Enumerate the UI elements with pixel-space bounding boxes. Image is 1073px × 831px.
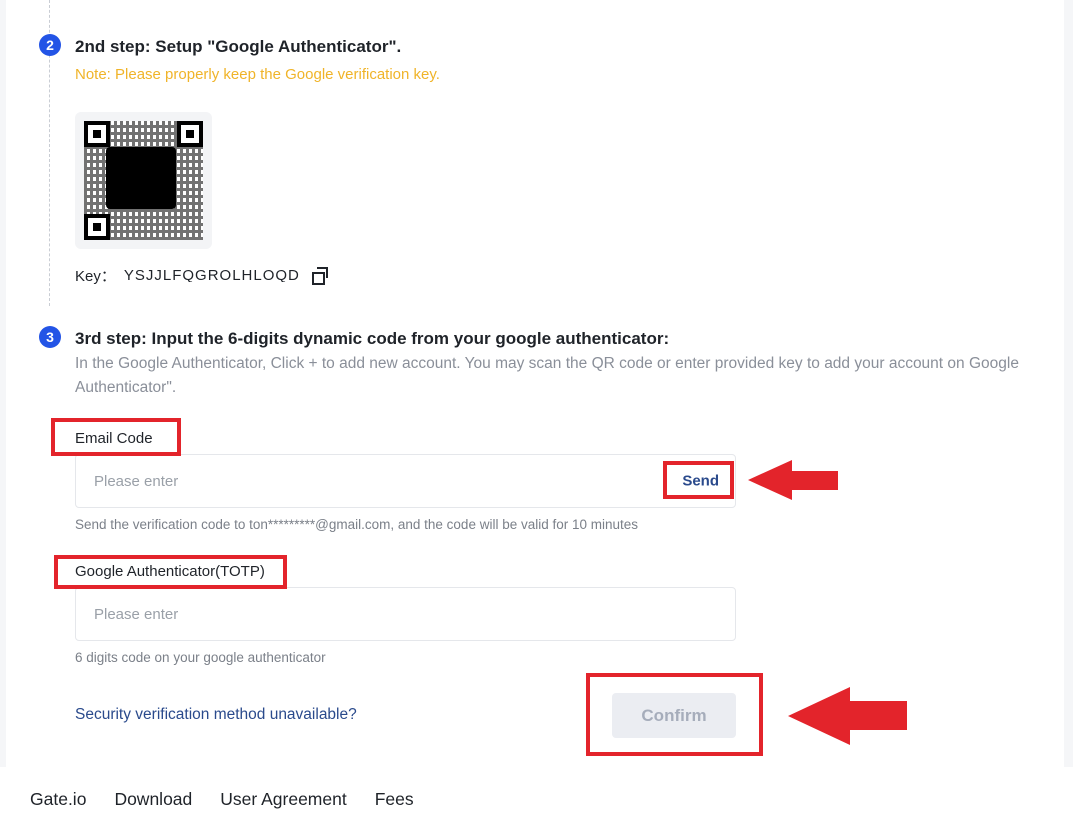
qr-finder-top-left [84, 121, 110, 147]
step-3-title: 3rd step: Input the 6-digits dynamic cod… [75, 329, 670, 348]
qr-finder-top-right [177, 121, 203, 147]
qr-redaction [106, 147, 176, 209]
step-3-description: In the Google Authenticator, Click + to … [75, 355, 1019, 396]
annotation-arrow-confirm [788, 687, 907, 745]
qr-code [84, 121, 203, 240]
key-label: Key： [75, 268, 116, 285]
email-code-hint: Send the verification code to ton*******… [75, 517, 639, 532]
step-2-badge: 2 [39, 34, 61, 56]
annotation-box-send [663, 461, 734, 499]
totp-input[interactable] [94, 605, 634, 623]
key-value: YSJJLFQGROLHLOQD [123, 269, 300, 282]
copy-icon[interactable] [311, 266, 330, 285]
email-code-field: Send [75, 454, 736, 508]
site-footer: Gate.io Download User Agreement Fees [0, 767, 1073, 831]
annotation-box-totp-label [54, 555, 287, 589]
verification-unavailable-link[interactable]: Security verification method unavailable… [75, 706, 357, 724]
totp-hint: 6 digits code on your google authenticat… [75, 650, 326, 665]
annotation-box-email-label [51, 418, 181, 456]
footer-link-gateio[interactable]: Gate.io [30, 789, 86, 810]
annotation-arrow-send [748, 460, 838, 500]
footer-link-user-agreement[interactable]: User Agreement [220, 789, 346, 810]
qr-finder-bottom-left [84, 214, 110, 240]
totp-field [75, 587, 736, 641]
qr-code-container [75, 112, 212, 249]
footer-link-fees[interactable]: Fees [375, 789, 414, 810]
email-code-input[interactable] [94, 472, 634, 490]
secret-key-row: Key： YSJJLFQGROLHLOQD [75, 265, 330, 286]
two-factor-setup-card: 2 2nd step: Setup "Google Authenticator"… [6, 0, 1064, 767]
step-2-title: 2nd step: Setup "Google Authenticator". [75, 37, 402, 56]
footer-link-download[interactable]: Download [114, 789, 192, 810]
step-3-badge: 3 [39, 326, 61, 348]
step-2-note: Note: Please properly keep the Google ve… [75, 66, 440, 83]
annotation-box-confirm [586, 673, 763, 756]
